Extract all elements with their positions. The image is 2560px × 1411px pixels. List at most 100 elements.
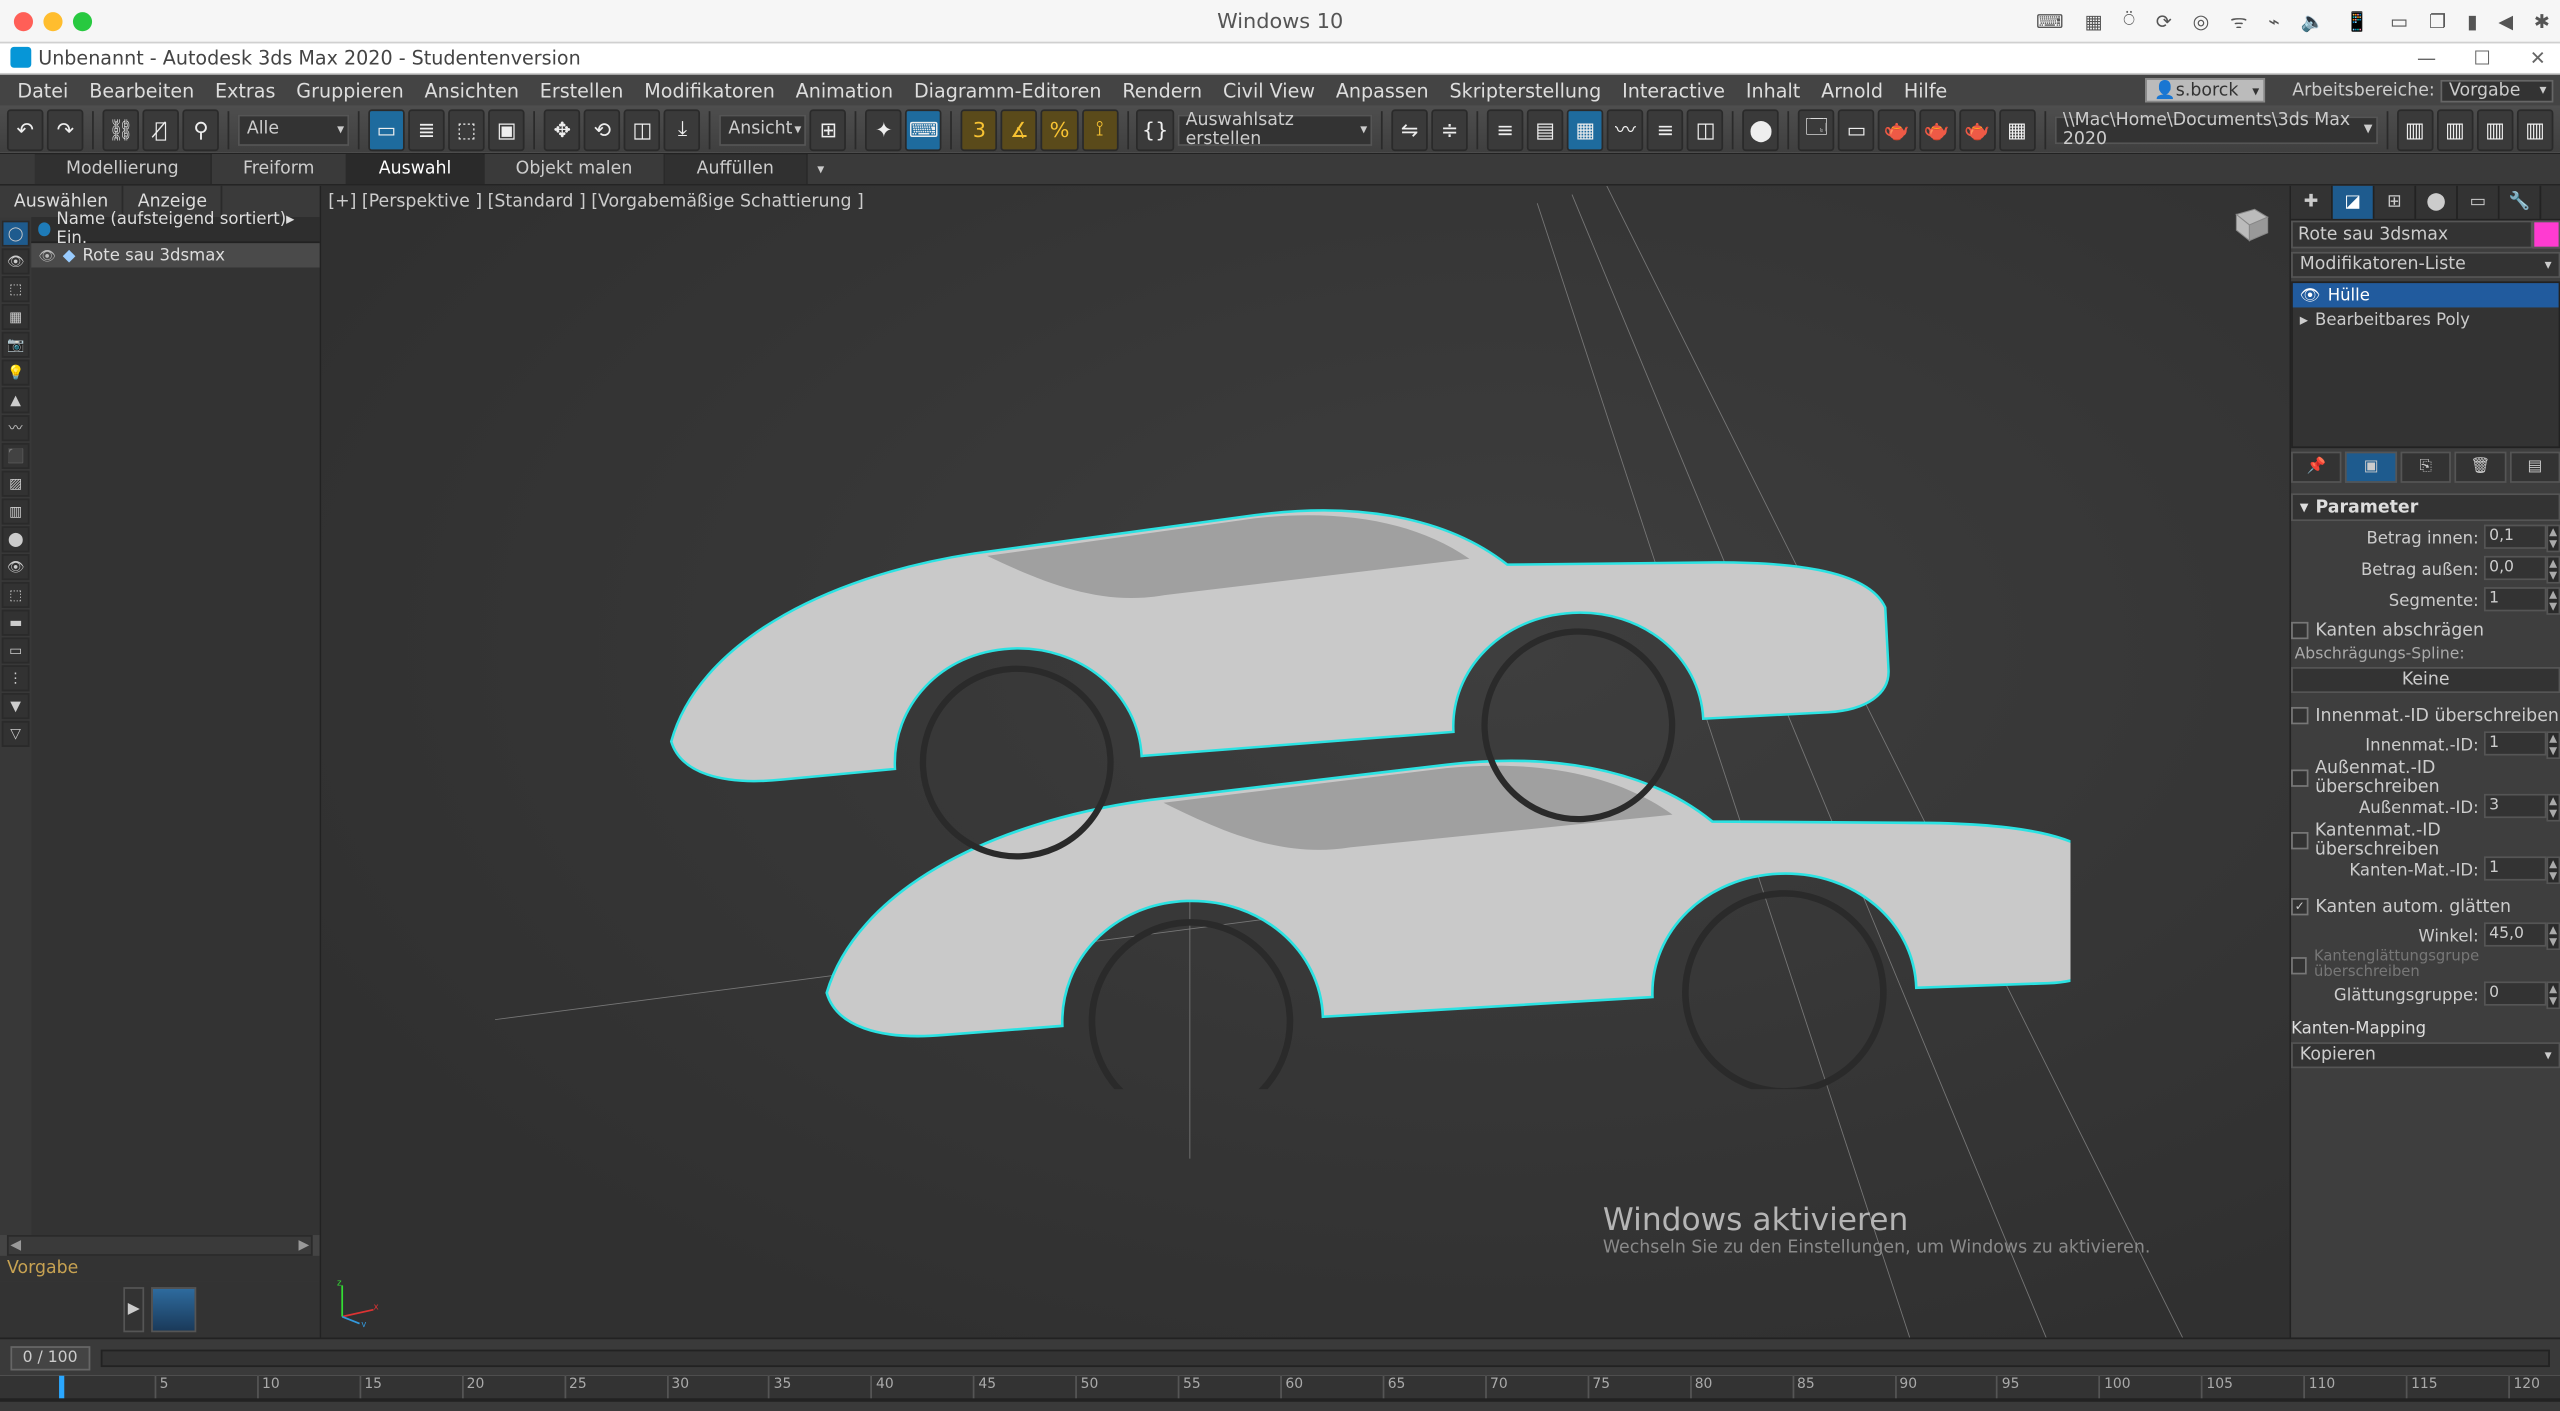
parameter-rollout-header[interactable]: ▾Parameter <box>2291 493 2560 521</box>
scene-preset-label[interactable]: Vorgabe <box>0 1256 320 1282</box>
object-name-input[interactable] <box>2291 221 2532 249</box>
grid-icon[interactable]: ▦ <box>2084 8 2102 34</box>
car-model[interactable] <box>541 428 2070 1095</box>
mac-zoom-icon[interactable] <box>73 11 92 30</box>
keyboard-shortcut-button[interactable]: ⌨ <box>906 109 943 151</box>
mac-minimize-icon[interactable] <box>43 11 62 30</box>
segments-spinner[interactable]: ▲▼ <box>2546 587 2560 615</box>
inner-amount-spinner[interactable]: ▲▼ <box>2546 525 2560 553</box>
scene-filter-icon-4[interactable]: 📷 <box>2 332 30 358</box>
timeline-slider[interactable] <box>100 1349 2550 1366</box>
timeline-expand-button[interactable]: ▶ <box>123 1287 144 1332</box>
place-button[interactable]: ⤓ <box>664 109 701 151</box>
menu-erstellen[interactable]: Erstellen <box>529 79 633 102</box>
material-editor-button[interactable]: ⬤ <box>1743 109 1780 151</box>
gear-icon[interactable]: ✱ <box>2534 8 2550 34</box>
motion-tab-icon[interactable]: ⬤ <box>2416 186 2458 219</box>
outer-amount-spinner[interactable]: ▲▼ <box>2546 556 2560 584</box>
pin-stack-button[interactable]: 📌 <box>2291 452 2342 483</box>
win-maximize-icon[interactable]: ☐ <box>2470 47 2494 70</box>
scene-filter-icon-17[interactable]: ▼ <box>2 693 30 719</box>
scene-filter-icon-15[interactable]: ▭ <box>2 637 30 663</box>
scene-filter-icon-18[interactable]: ▽ <box>2 721 30 747</box>
edge-matid-checkbox[interactable]: Kantenmat.-ID überschreiben <box>2291 829 2560 853</box>
render-teapot2-button[interactable]: 🫖 <box>1919 109 1956 151</box>
back-icon[interactable]: ◀ <box>2498 8 2513 34</box>
unlink-button[interactable]: ⛓̸ <box>143 109 180 151</box>
selection-filter-dropdown[interactable]: Alle <box>238 114 349 145</box>
scene-filter-icon-13[interactable]: ⬚ <box>2 582 30 608</box>
menu-skripterstellung[interactable]: Skripterstellung <box>1439 79 1612 102</box>
wifi-icon[interactable]: ᯤ <box>2230 8 2247 34</box>
ribbon-dropdown-icon[interactable]: ▾ <box>807 162 835 178</box>
select-rect-button[interactable]: ⬚ <box>448 109 485 151</box>
inner-amount-input[interactable] <box>2484 525 2546 549</box>
show-end-result-button[interactable]: ▣ <box>2346 452 2397 483</box>
schematic-button[interactable]: ◫ <box>1687 109 1724 151</box>
spinner-snap-button[interactable]: ⟟ <box>1081 109 1118 151</box>
make-unique-button[interactable]: ⎘ <box>2400 452 2451 483</box>
scene-filter-icon-9[interactable]: ▨ <box>2 471 30 497</box>
inner-matid-checkbox[interactable]: Innenmat.-ID überschreiben <box>2291 703 2560 727</box>
ribbon-toggle-button[interactable]: ▦ <box>1567 109 1604 151</box>
dope-sheet-button[interactable]: ≡ <box>1647 109 1684 151</box>
angle-spinner[interactable]: ▲▼ <box>2546 922 2560 950</box>
menu-animation[interactable]: Animation <box>785 79 903 102</box>
ribbon-tab-auffüllen[interactable]: Auffüllen <box>665 155 806 185</box>
utilities-tab-icon[interactable]: 🔧 <box>2500 186 2542 219</box>
select-window-button[interactable]: ▣ <box>488 109 525 151</box>
percent-snap-button[interactable]: % <box>1041 109 1078 151</box>
select-name-button[interactable]: ≣ <box>408 109 445 151</box>
object-color-swatch[interactable] <box>2533 221 2560 249</box>
scene-filter-icon-5[interactable]: 💡 <box>2 360 30 386</box>
pivot-button[interactable]: ⊞ <box>810 109 847 151</box>
display-icon[interactable]: ▭ <box>2390 8 2408 34</box>
select-object-button[interactable]: ▭ <box>368 109 405 151</box>
scene-filter-icon-3[interactable]: ▦ <box>2 304 30 330</box>
menu-diagramm-editoren[interactable]: Diagramm-Editoren <box>904 79 1112 102</box>
bind-button[interactable]: ⚲ <box>183 109 220 151</box>
scene-filter-icon-14[interactable]: ▬ <box>2 610 30 636</box>
ribbon-tab-freiform[interactable]: Freiform <box>212 155 348 185</box>
project-path-dropdown[interactable]: \\Mac\Home\Documents\3ds Max 2020 <box>2054 116 2378 144</box>
outer-amount-input[interactable] <box>2484 556 2546 580</box>
editor-button[interactable]: {} <box>1137 109 1174 151</box>
menu-bearbeiten[interactable]: Bearbeiten <box>79 79 205 102</box>
layer-explorer-button[interactable]: ≡ <box>1487 109 1524 151</box>
workspace-btn2[interactable]: ▥ <box>2437 109 2474 151</box>
timeline-ruler[interactable]: 5101520253035404550556065707580859095100… <box>0 1376 2560 1400</box>
bevel-spline-none-button[interactable]: Keine <box>2291 667 2560 693</box>
scale-button[interactable]: ◫ <box>624 109 661 151</box>
scene-filter-icon-0[interactable]: ◯ <box>2 221 30 247</box>
scene-header[interactable]: Name (aufsteigend sortiert)▸ Ein. <box>31 217 319 243</box>
ribbon-tab-modellierung[interactable]: Modellierung <box>35 155 212 185</box>
win-close-icon[interactable]: ✕ <box>2526 47 2550 70</box>
scene-filter-icon-7[interactable]: 〰 <box>2 415 30 441</box>
render-frame-button[interactable]: ▭ <box>1838 109 1875 151</box>
render-teapot1-button[interactable]: 🫖 <box>1878 109 1915 151</box>
link-button[interactable]: ⛓ <box>103 109 140 151</box>
selection-set-dropdown[interactable]: Auswahlsatz erstellen <box>1177 114 1373 145</box>
sync-icon[interactable]: ⟳ <box>2156 8 2172 34</box>
mac-close-icon[interactable] <box>14 11 33 30</box>
configure-sets-button[interactable]: ▤ <box>2509 452 2560 483</box>
workspace-btn1[interactable]: ▥ <box>2397 109 2434 151</box>
win-minimize-icon[interactable]: — <box>2414 47 2438 70</box>
menu-modifikatoren[interactable]: Modifikatoren <box>634 79 785 102</box>
render-teapot3-button[interactable]: 🫖 <box>1959 109 1996 151</box>
workspace-btn4[interactable]: ▥ <box>2517 109 2554 151</box>
undo-button[interactable]: ↶ <box>7 109 44 151</box>
phone-icon[interactable]: 📱 <box>2345 8 2369 34</box>
bevel-edges-checkbox[interactable]: Kanten abschrägen <box>2291 618 2560 642</box>
snap-toggle-button[interactable]: 3 <box>961 109 998 151</box>
menu-gruppieren[interactable]: Gruppieren <box>286 79 414 102</box>
ribbon-tab-objekt malen[interactable]: Objekt malen <box>484 155 665 185</box>
keyboard-icon[interactable]: ⌨ <box>2036 8 2064 34</box>
segments-input[interactable] <box>2484 587 2546 611</box>
login-dropdown[interactable]: 👤 s.borck <box>2145 78 2264 102</box>
render-teapot4-button[interactable]: ▦ <box>1999 109 2036 151</box>
menu-datei[interactable]: Datei <box>7 79 79 102</box>
stack-item-epoly[interactable]: ▸Bearbeitbares Poly <box>2293 307 2559 331</box>
menu-hilfe[interactable]: Hilfe <box>1893 79 1957 102</box>
angle-input[interactable] <box>2484 922 2546 946</box>
